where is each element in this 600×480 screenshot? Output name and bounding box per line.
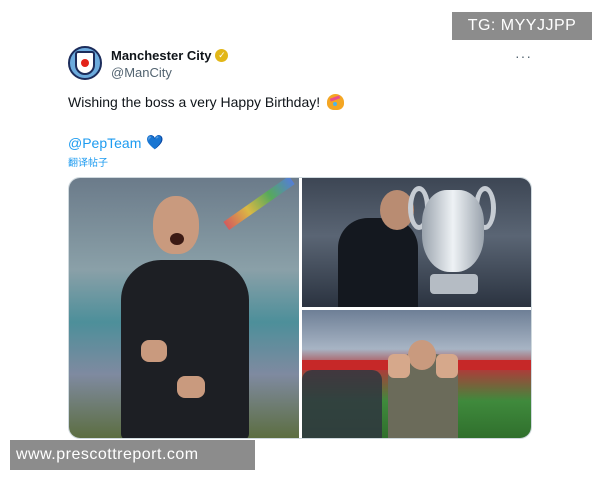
blue-heart-icon: 💙: [146, 134, 164, 150]
photo-trophy[interactable]: [302, 178, 531, 307]
party-face-icon: [327, 94, 345, 110]
verified-badge-icon: ✓: [215, 49, 229, 62]
figure-fist: [141, 340, 167, 362]
photo-celebrating[interactable]: [69, 178, 299, 438]
trophy-base: [430, 274, 478, 294]
translate-post-link[interactable]: 翻译帖子: [68, 154, 108, 169]
tweet-card: Manchester City ✓ @ManCity ··· Wishing t…: [58, 36, 544, 456]
figure-head: [408, 340, 436, 370]
figure-fist: [177, 376, 205, 398]
trophy-icon: [422, 190, 484, 272]
tweet-text-content: Wishing the boss a very Happy Birthday!: [68, 94, 321, 110]
figure-mouth: [170, 233, 184, 245]
mention-row: @PepTeam 💙: [68, 134, 164, 151]
tg-watermark: TG: MYYJJPP: [452, 12, 592, 40]
media-grid: [68, 177, 532, 439]
mention-link[interactable]: @PepTeam: [68, 135, 141, 151]
crest-icon: [75, 51, 95, 75]
name-row: Manchester City ✓: [111, 48, 229, 63]
figure-body: [338, 218, 418, 307]
figure-head: [153, 196, 199, 254]
user-handle[interactable]: @ManCity: [111, 65, 172, 80]
site-watermark: www.prescottreport.com: [10, 440, 255, 470]
photo-stadium[interactable]: [302, 310, 531, 438]
stand-flag: [223, 178, 295, 231]
figure-hand: [436, 354, 458, 378]
display-name[interactable]: Manchester City: [111, 48, 211, 63]
more-options-icon[interactable]: ···: [515, 48, 532, 64]
tweet-text: Wishing the boss a very Happy Birthday!: [68, 94, 345, 110]
mancity-avatar[interactable]: [68, 46, 102, 80]
crowd-group: [302, 370, 382, 438]
figure-hand: [388, 354, 410, 378]
